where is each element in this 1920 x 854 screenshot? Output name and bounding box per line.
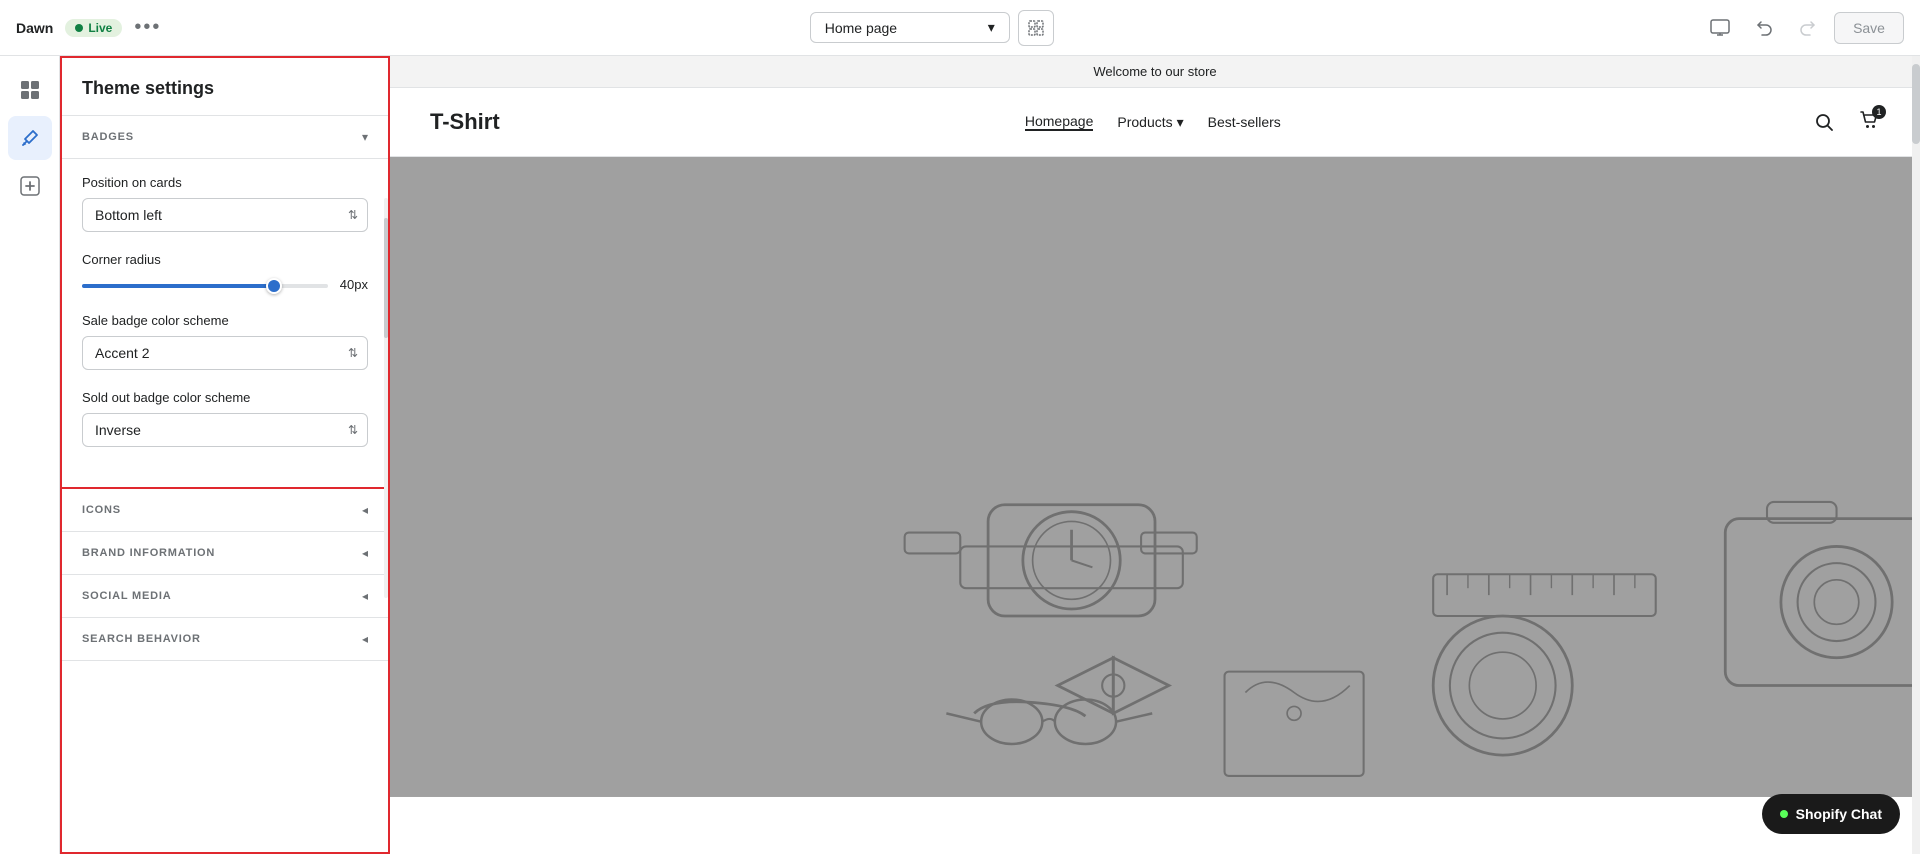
- topbar: Dawn Live ••• Home page ▾: [0, 0, 1920, 56]
- sale-badge-select-wrap: Accent 2 Accent 1 Default Inverse ⇅: [82, 336, 368, 370]
- position-select[interactable]: Bottom left Top left Top right Bottom ri…: [82, 198, 368, 232]
- store-logo: T-Shirt: [430, 109, 500, 135]
- sidebar-item-add[interactable]: [8, 164, 52, 208]
- icon-sidebar: [0, 56, 60, 854]
- sold-out-badge-select-wrap: Inverse Accent 1 Accent 2 Default ⇅: [82, 413, 368, 447]
- nav-link-bestsellers[interactable]: Best-sellers: [1208, 114, 1281, 130]
- search-nav-button[interactable]: [1806, 104, 1842, 140]
- sidebar-item-customize[interactable]: [8, 116, 52, 160]
- sale-badge-label: Sale badge color scheme: [82, 313, 368, 328]
- hero-illustration: [390, 157, 1920, 797]
- icons-section-title: ICONS: [82, 504, 121, 516]
- topbar-left: Dawn Live •••: [16, 16, 161, 39]
- preview-scroll: Welcome to our store T-Shirt Homepage Pr…: [390, 56, 1920, 854]
- store-nav-icons: 1: [1806, 104, 1880, 140]
- desktop-view-button[interactable]: [1702, 10, 1738, 46]
- corner-radius-slider[interactable]: [82, 284, 328, 288]
- search-behavior-section-header[interactable]: SEARCH BEHAVIOR ◂: [62, 618, 388, 661]
- brand-info-section-header[interactable]: BRAND INFORMATION ◂: [62, 532, 388, 575]
- brand-info-section-title: BRAND INFORMATION: [82, 547, 215, 559]
- corner-radius-value: 40px: [340, 277, 368, 292]
- badges-section-header[interactable]: BADGES ▾: [62, 116, 388, 159]
- social-media-section-header[interactable]: SOCIAL MEDIA ◂: [62, 575, 388, 618]
- search-icon: [1814, 112, 1834, 132]
- settings-panel-inner: BADGES ▾ Position on cards Bottom left T…: [62, 116, 388, 852]
- position-select-wrap: Bottom left Top left Top right Bottom ri…: [82, 198, 368, 232]
- sale-badge-select[interactable]: Accent 2 Accent 1 Default Inverse: [82, 336, 368, 370]
- cart-button[interactable]: 1: [1858, 109, 1880, 136]
- store-nav-links: Homepage Products ▾ Best-sellers: [1025, 113, 1281, 131]
- page-select-dropdown[interactable]: Home page ▾: [810, 12, 1010, 43]
- corner-radius-label: Corner radius: [82, 252, 368, 267]
- add-section-icon: [19, 175, 41, 197]
- social-media-chevron-icon: ◂: [362, 589, 368, 603]
- topbar-right: Save: [1702, 10, 1904, 46]
- topbar-center: Home page ▾: [810, 10, 1054, 46]
- undo-button[interactable]: [1746, 10, 1782, 46]
- icons-section-header[interactable]: ICONS ◂: [62, 489, 388, 532]
- nav-link-homepage[interactable]: Homepage: [1025, 113, 1094, 131]
- brand-info-chevron-icon: ◂: [362, 546, 368, 560]
- page-select-label: Home page: [825, 20, 897, 36]
- position-label: Position on cards: [82, 175, 368, 190]
- corner-radius-row: 40px: [82, 275, 368, 293]
- preview-area: Welcome to our store T-Shirt Homepage Pr…: [390, 56, 1920, 854]
- sold-out-badge-label: Sold out badge color scheme: [82, 390, 368, 405]
- more-options-button[interactable]: •••: [134, 16, 161, 39]
- sidebar-item-layout[interactable]: [8, 68, 52, 112]
- store-announcement: Welcome to our store: [390, 56, 1920, 88]
- panel-title: Theme settings: [62, 58, 388, 116]
- layout-icon: [19, 79, 41, 101]
- grid-view-button[interactable]: [1018, 10, 1054, 46]
- store-nav: T-Shirt Homepage Products ▾ Best-sellers: [390, 88, 1920, 157]
- products-chevron-icon: ▾: [1177, 114, 1184, 131]
- cart-badge: 1: [1872, 105, 1886, 119]
- desktop-icon: [1710, 18, 1730, 38]
- chat-dot: [1780, 810, 1788, 818]
- badges-section: BADGES ▾ Position on cards Bottom left T…: [62, 116, 388, 489]
- search-behavior-chevron-icon: ◂: [362, 632, 368, 646]
- chat-label: Shopify Chat: [1796, 806, 1882, 822]
- brand-name: Dawn: [16, 20, 53, 36]
- main-layout: Theme settings BADGES ▾ Position on card…: [0, 56, 1920, 854]
- sold-out-badge-select[interactable]: Inverse Accent 1 Accent 2 Default: [82, 413, 368, 447]
- chat-widget[interactable]: Shopify Chat: [1762, 794, 1900, 834]
- preview-scrollbar-thumb: [1912, 64, 1920, 144]
- preview-scrollbar[interactable]: [1912, 56, 1920, 854]
- badges-fields: Position on cards Bottom left Top left T…: [62, 159, 388, 487]
- undo-icon: [1754, 18, 1774, 38]
- customize-icon: [19, 127, 41, 149]
- social-media-section-title: SOCIAL MEDIA: [82, 590, 171, 602]
- icons-chevron-icon: ◂: [362, 503, 368, 517]
- live-label: Live: [88, 21, 112, 35]
- redo-icon: [1798, 18, 1818, 38]
- save-button[interactable]: Save: [1834, 12, 1904, 44]
- badges-section-title: BADGES: [82, 131, 134, 143]
- products-label: Products: [1117, 114, 1172, 130]
- panel-scrollbar: [384, 198, 388, 598]
- settings-panel: Theme settings BADGES ▾ Position on card…: [60, 56, 390, 854]
- search-behavior-section-title: SEARCH BEHAVIOR: [82, 633, 201, 645]
- nav-link-products[interactable]: Products ▾: [1117, 114, 1183, 131]
- live-dot: [75, 24, 83, 32]
- grid-icon: [1028, 20, 1044, 36]
- corner-radius-slider-wrap: [82, 275, 328, 293]
- badges-chevron-icon: ▾: [362, 130, 368, 144]
- redo-button[interactable]: [1790, 10, 1826, 46]
- panel-scrollbar-thumb: [384, 218, 388, 338]
- chevron-down-icon: ▾: [988, 19, 995, 36]
- hero-image: [390, 157, 1920, 797]
- live-badge: Live: [65, 19, 122, 37]
